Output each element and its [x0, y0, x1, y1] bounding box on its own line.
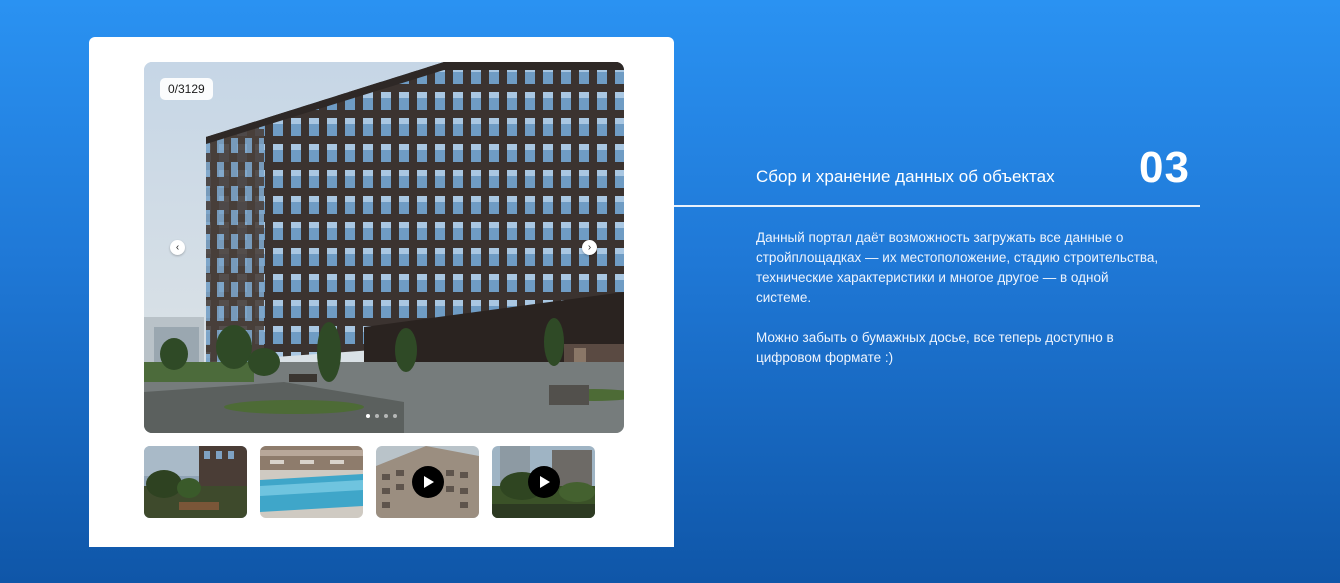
section-divider [674, 205, 1200, 207]
play-button[interactable] [412, 466, 444, 498]
play-icon [424, 476, 434, 488]
pagination-dot[interactable] [375, 414, 379, 418]
section-number: 03 [1139, 143, 1190, 192]
building-image [144, 62, 624, 433]
prev-photo-button[interactable]: ‹ [170, 240, 185, 255]
photo-counter: 0/3129 [160, 78, 213, 100]
thumbnail-pool[interactable] [260, 446, 363, 518]
thumbnail-courtyard[interactable] [144, 446, 247, 518]
chevron-left-icon: ‹ [175, 242, 180, 253]
chevron-right-icon: › [587, 242, 592, 253]
main-photo[interactable]: 0/3129 ‹ › [144, 62, 624, 433]
pagination-dots [366, 414, 397, 418]
thumbnail-strip [144, 446, 595, 518]
play-icon [540, 476, 550, 488]
section-title: Сбор и хранение данных об объектах [756, 167, 1055, 186]
pagination-dot[interactable] [384, 414, 388, 418]
thumbnail-park-video[interactable] [492, 446, 595, 518]
gallery-card: 0/3129 ‹ › [89, 37, 674, 547]
pagination-dot[interactable] [393, 414, 397, 418]
description-paragraph: Данный портал даёт возможность загружать… [756, 230, 1159, 305]
description-paragraph: Можно забыть о бумажных досье, все тепер… [756, 330, 1114, 365]
section-description: Данный портал даёт возможность загружать… [756, 228, 1166, 388]
play-button[interactable] [528, 466, 560, 498]
next-photo-button[interactable]: › [582, 240, 597, 255]
pagination-dot[interactable] [366, 414, 370, 418]
thumbnail-building-video[interactable] [376, 446, 479, 518]
